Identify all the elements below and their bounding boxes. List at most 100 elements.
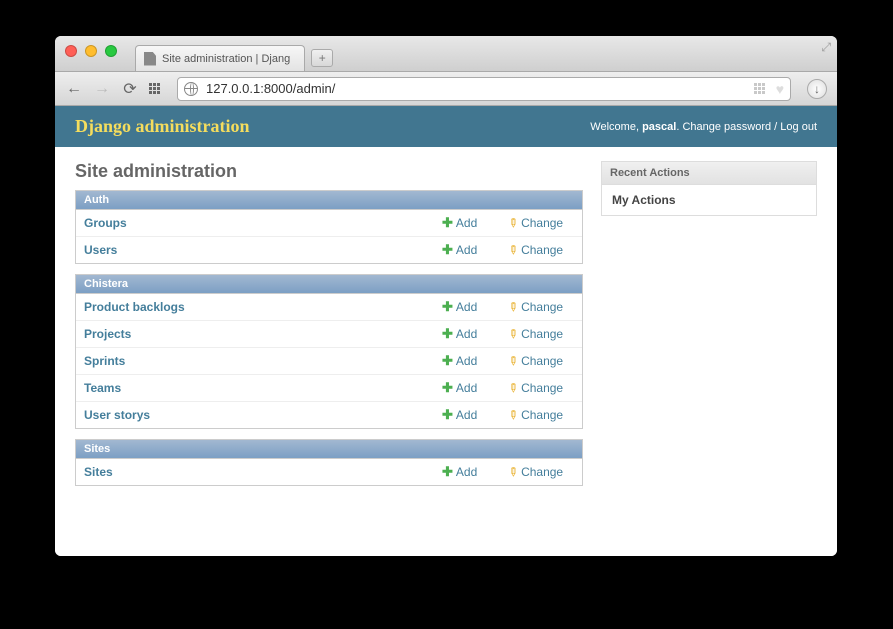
- add-link[interactable]: ✚Add: [442, 380, 508, 396]
- add-link[interactable]: ✚Add: [442, 407, 508, 423]
- browser-toolbar: ← → ⟳ ♥ ↓: [55, 72, 837, 106]
- change-label: Change: [521, 465, 563, 479]
- pencil-icon: ✎: [505, 298, 522, 315]
- model-link[interactable]: User storys: [84, 408, 442, 422]
- add-label: Add: [456, 354, 477, 368]
- back-button[interactable]: ←: [65, 80, 83, 98]
- change-link[interactable]: ✎Change: [508, 354, 574, 368]
- change-label: Change: [521, 408, 563, 422]
- add-label: Add: [456, 216, 477, 230]
- pencil-icon: ✎: [505, 214, 522, 231]
- pencil-icon: ✎: [505, 241, 522, 258]
- url-input[interactable]: [206, 81, 746, 96]
- add-link[interactable]: ✚Add: [442, 299, 508, 315]
- model-row: Teams✚Add✎Change: [76, 375, 582, 402]
- change-label: Change: [521, 243, 563, 257]
- page-favicon-icon: [144, 52, 156, 66]
- browser-tab[interactable]: Site administration | Djang: [135, 45, 305, 71]
- page-content: Django administration Welcome, pascal. C…: [55, 106, 837, 556]
- pencil-icon: ✎: [505, 406, 522, 423]
- add-link[interactable]: ✚Add: [442, 242, 508, 258]
- plus-icon: ✚: [442, 326, 453, 342]
- change-link[interactable]: ✎Change: [508, 381, 574, 395]
- change-link[interactable]: ✎Change: [508, 216, 574, 230]
- brand-title: Django administration: [75, 116, 250, 137]
- globe-icon: [184, 82, 198, 96]
- app-module: AuthGroups✚Add✎ChangeUsers✚Add✎Change: [75, 190, 583, 264]
- app-module: ChisteraProduct backlogs✚Add✎ChangeProje…: [75, 274, 583, 429]
- tab-title: Site administration | Djang: [162, 53, 290, 65]
- app-caption: Sites: [76, 440, 582, 459]
- logout-link[interactable]: Log out: [780, 121, 817, 133]
- model-row: Projects✚Add✎Change: [76, 321, 582, 348]
- add-link[interactable]: ✚Add: [442, 326, 508, 342]
- change-label: Change: [521, 381, 563, 395]
- model-link[interactable]: Users: [84, 243, 442, 257]
- change-label: Change: [521, 354, 563, 368]
- model-row: Groups✚Add✎Change: [76, 210, 582, 237]
- model-link[interactable]: Product backlogs: [84, 300, 442, 314]
- pencil-icon: ✎: [505, 463, 522, 480]
- add-label: Add: [456, 465, 477, 479]
- zoom-window-button[interactable]: [105, 45, 117, 57]
- model-link[interactable]: Teams: [84, 381, 442, 395]
- add-link[interactable]: ✚Add: [442, 464, 508, 480]
- model-row: User storys✚Add✎Change: [76, 402, 582, 428]
- change-link[interactable]: ✎Change: [508, 465, 574, 479]
- barcode-icon[interactable]: [754, 83, 772, 94]
- welcome-text: Welcome,: [590, 121, 639, 133]
- my-actions-heading: My Actions: [602, 185, 816, 215]
- add-link[interactable]: ✚Add: [442, 353, 508, 369]
- minimize-window-button[interactable]: [85, 45, 97, 57]
- sidebar-column: Recent Actions My Actions: [601, 161, 817, 216]
- page-title: Site administration: [75, 161, 583, 182]
- recent-actions-title: Recent Actions: [602, 162, 816, 185]
- window-controls: [65, 45, 117, 57]
- main-column: Site administration AuthGroups✚Add✎Chang…: [75, 161, 583, 496]
- model-row: Users✚Add✎Change: [76, 237, 582, 263]
- forward-button[interactable]: →: [93, 80, 111, 98]
- url-bar[interactable]: ♥: [177, 77, 791, 101]
- model-link[interactable]: Sprints: [84, 354, 442, 368]
- model-link[interactable]: Projects: [84, 327, 442, 341]
- plus-icon: ✚: [442, 299, 453, 315]
- change-link[interactable]: ✎Change: [508, 300, 574, 314]
- change-label: Change: [521, 300, 563, 314]
- change-label: Change: [521, 216, 563, 230]
- app-caption: Chistera: [76, 275, 582, 294]
- plus-icon: ✚: [442, 353, 453, 369]
- add-label: Add: [456, 243, 477, 257]
- change-label: Change: [521, 327, 563, 341]
- downloads-button[interactable]: ↓: [807, 79, 827, 99]
- plus-icon: ✚: [442, 380, 453, 396]
- change-password-link[interactable]: Change password: [682, 121, 771, 133]
- fullscreen-icon[interactable]: ⤢: [821, 40, 831, 55]
- pencil-icon: ✎: [505, 352, 522, 369]
- close-window-button[interactable]: [65, 45, 77, 57]
- add-link[interactable]: ✚Add: [442, 215, 508, 231]
- username: pascal: [642, 121, 676, 133]
- favorite-icon[interactable]: ♥: [776, 81, 784, 97]
- model-row: Product backlogs✚Add✎Change: [76, 294, 582, 321]
- pencil-icon: ✎: [505, 379, 522, 396]
- change-link[interactable]: ✎Change: [508, 408, 574, 422]
- plus-icon: ✚: [442, 215, 453, 231]
- add-label: Add: [456, 408, 477, 422]
- model-link[interactable]: Sites: [84, 465, 442, 479]
- reload-button[interactable]: ⟳: [121, 79, 139, 99]
- plus-icon: ✚: [442, 407, 453, 423]
- app-module: SitesSites✚Add✎Change: [75, 439, 583, 486]
- recent-actions-module: Recent Actions My Actions: [601, 161, 817, 216]
- change-link[interactable]: ✎Change: [508, 327, 574, 341]
- content-area: Site administration AuthGroups✚Add✎Chang…: [55, 147, 837, 510]
- model-link[interactable]: Groups: [84, 216, 442, 230]
- plus-icon: ✚: [442, 464, 453, 480]
- user-tools: Welcome, pascal. Change password / Log o…: [590, 121, 817, 133]
- change-link[interactable]: ✎Change: [508, 243, 574, 257]
- model-row: Sites✚Add✎Change: [76, 459, 582, 485]
- plus-icon: ✚: [442, 242, 453, 258]
- model-row: Sprints✚Add✎Change: [76, 348, 582, 375]
- app-caption: Auth: [76, 191, 582, 210]
- apps-button[interactable]: [149, 83, 167, 94]
- new-tab-button[interactable]: +: [311, 49, 333, 67]
